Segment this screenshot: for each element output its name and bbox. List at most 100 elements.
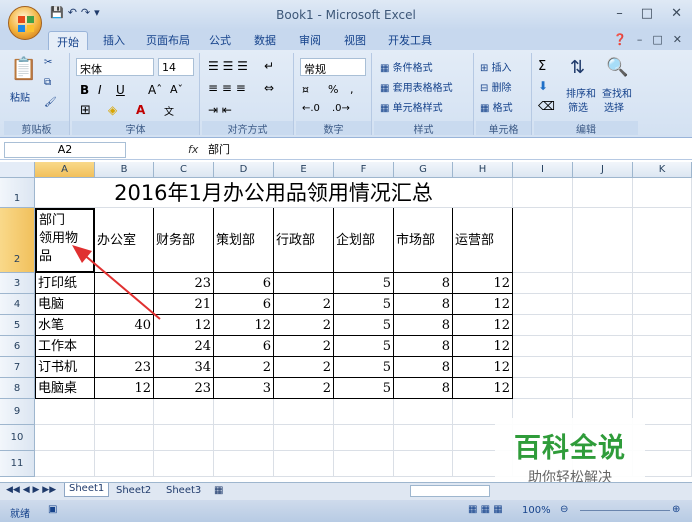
value-cell[interactable]: 5 [334, 273, 394, 294]
value-cell[interactable]: 2 [274, 357, 334, 378]
row-header-5[interactable]: 5 [0, 315, 35, 336]
header-cell[interactable]: 运营部 [453, 208, 513, 273]
item-name-cell[interactable]: 订书机 [35, 357, 95, 378]
value-cell[interactable] [95, 336, 154, 357]
empty-cell[interactable] [35, 425, 95, 451]
empty-cell[interactable] [394, 425, 453, 451]
bold-button[interactable]: B [80, 83, 89, 97]
empty-cell[interactable] [394, 451, 453, 477]
align-top-icon[interactable]: ☰ ☰ ☰ [208, 59, 248, 73]
column-header-g[interactable]: G [394, 162, 453, 178]
autosum-icon[interactable]: Σ [538, 59, 546, 74]
empty-cell[interactable] [633, 378, 692, 399]
macro-record-icon[interactable]: ▣ [48, 504, 57, 515]
row-header-3[interactable]: 3 [0, 273, 35, 294]
empty-cell[interactable] [334, 451, 394, 477]
row-header-6[interactable]: 6 [0, 336, 35, 357]
tab-review[interactable]: 审阅 [299, 32, 321, 48]
value-cell[interactable]: 34 [154, 357, 214, 378]
empty-cell[interactable] [633, 315, 692, 336]
value-cell[interactable]: 5 [334, 336, 394, 357]
value-cell[interactable]: 12 [453, 357, 513, 378]
value-cell[interactable]: 8 [394, 273, 453, 294]
empty-cell[interactable] [214, 425, 274, 451]
value-cell[interactable]: 5 [334, 294, 394, 315]
tab-view[interactable]: 视图 [344, 32, 366, 48]
italic-button[interactable]: I [98, 83, 102, 97]
value-cell[interactable]: 8 [394, 294, 453, 315]
empty-cell[interactable] [573, 357, 633, 378]
font-name-box[interactable]: 宋体 [76, 58, 154, 76]
row-header-2[interactable]: 2 [0, 208, 35, 273]
empty-cell[interactable] [95, 425, 154, 451]
currency-icon[interactable]: ¤ [302, 83, 309, 96]
restore-icon[interactable]: □ [641, 6, 653, 21]
empty-cell[interactable] [334, 399, 394, 425]
function-icon[interactable]: fx [188, 143, 198, 156]
view-normal-icon[interactable]: ▦ ▦ ▦ [468, 504, 503, 515]
empty-cell[interactable] [35, 399, 95, 425]
row-header-10[interactable]: 10 [0, 425, 35, 451]
find-select-label2[interactable]: 选择 [604, 99, 624, 114]
grow-font-icon[interactable]: Aˆ [148, 83, 162, 97]
empty-cell[interactable] [573, 315, 633, 336]
value-cell[interactable]: 5 [334, 378, 394, 399]
column-header-a[interactable]: A [35, 162, 95, 178]
cell-styles-button[interactable]: ▦ 单元格样式 [380, 99, 443, 114]
increase-decimal-icon[interactable]: ←.0 [302, 103, 320, 114]
ribbon-restore-icon[interactable]: □ [652, 33, 662, 46]
tab-developer[interactable]: 开发工具 [388, 32, 432, 48]
delete-cells-button[interactable]: ⊟ 删除 [480, 79, 512, 94]
value-cell[interactable]: 8 [394, 357, 453, 378]
sort-filter-label2[interactable]: 筛选 [568, 99, 588, 114]
value-cell[interactable]: 24 [154, 336, 214, 357]
empty-cell[interactable] [274, 451, 334, 477]
tab-insert[interactable]: 插入 [103, 32, 125, 48]
row-header-9[interactable]: 9 [0, 399, 35, 425]
value-cell[interactable]: 12 [95, 378, 154, 399]
paste-icon[interactable]: 📋 [10, 57, 37, 82]
header-cell[interactable]: 市场部 [394, 208, 453, 273]
value-cell[interactable]: 3 [214, 378, 274, 399]
copy-icon[interactable]: ⧉ [44, 77, 51, 88]
indent-icon[interactable]: ⇥ ⇤ [208, 103, 232, 117]
value-cell[interactable]: 12 [453, 378, 513, 399]
empty-cell[interactable] [573, 294, 633, 315]
formula-input[interactable]: 部门 [208, 142, 658, 158]
empty-cell[interactable] [633, 294, 692, 315]
row-header-8[interactable]: 8 [0, 378, 35, 399]
column-header-f[interactable]: F [334, 162, 394, 178]
empty-cell[interactable] [573, 273, 633, 294]
column-header-i[interactable]: I [513, 162, 573, 178]
column-header-e[interactable]: E [274, 162, 334, 178]
sheet-tab-3[interactable]: Sheet3 [166, 485, 201, 496]
value-cell[interactable]: 2 [274, 378, 334, 399]
sheet-tab-2[interactable]: Sheet2 [116, 485, 151, 496]
column-header-d[interactable]: D [214, 162, 274, 178]
zoom-in-icon[interactable]: ⊕ [672, 504, 680, 515]
number-format-box[interactable]: 常规 [300, 58, 366, 76]
empty-cell[interactable] [154, 425, 214, 451]
header-cell[interactable]: 行政部 [274, 208, 334, 273]
empty-cell[interactable] [573, 336, 633, 357]
decrease-decimal-icon[interactable]: .0→ [332, 103, 350, 114]
value-cell[interactable]: 2 [214, 357, 274, 378]
clear-icon[interactable]: ⌫ [538, 99, 555, 113]
empty-cell[interactable] [334, 425, 394, 451]
empty-cell[interactable] [513, 378, 573, 399]
value-cell[interactable]: 2 [274, 294, 334, 315]
value-cell[interactable]: 8 [394, 315, 453, 336]
sheet-tab-1[interactable]: Sheet1 [64, 483, 110, 497]
font-color-icon[interactable]: A [136, 103, 145, 117]
empty-cell[interactable] [214, 399, 274, 425]
format-cells-button[interactable]: ▦ 格式 [480, 99, 513, 114]
percent-button[interactable]: % [328, 83, 338, 96]
format-painter-icon[interactable]: 🖌 [44, 97, 57, 108]
row-header-4[interactable]: 4 [0, 294, 35, 315]
insert-sheet-icon[interactable]: ▦ [214, 485, 223, 496]
empty-cell[interactable] [513, 315, 573, 336]
column-header-c[interactable]: C [154, 162, 214, 178]
value-cell[interactable]: 5 [334, 357, 394, 378]
close-icon[interactable]: ✕ [671, 6, 682, 21]
empty-cell[interactable] [633, 208, 692, 273]
